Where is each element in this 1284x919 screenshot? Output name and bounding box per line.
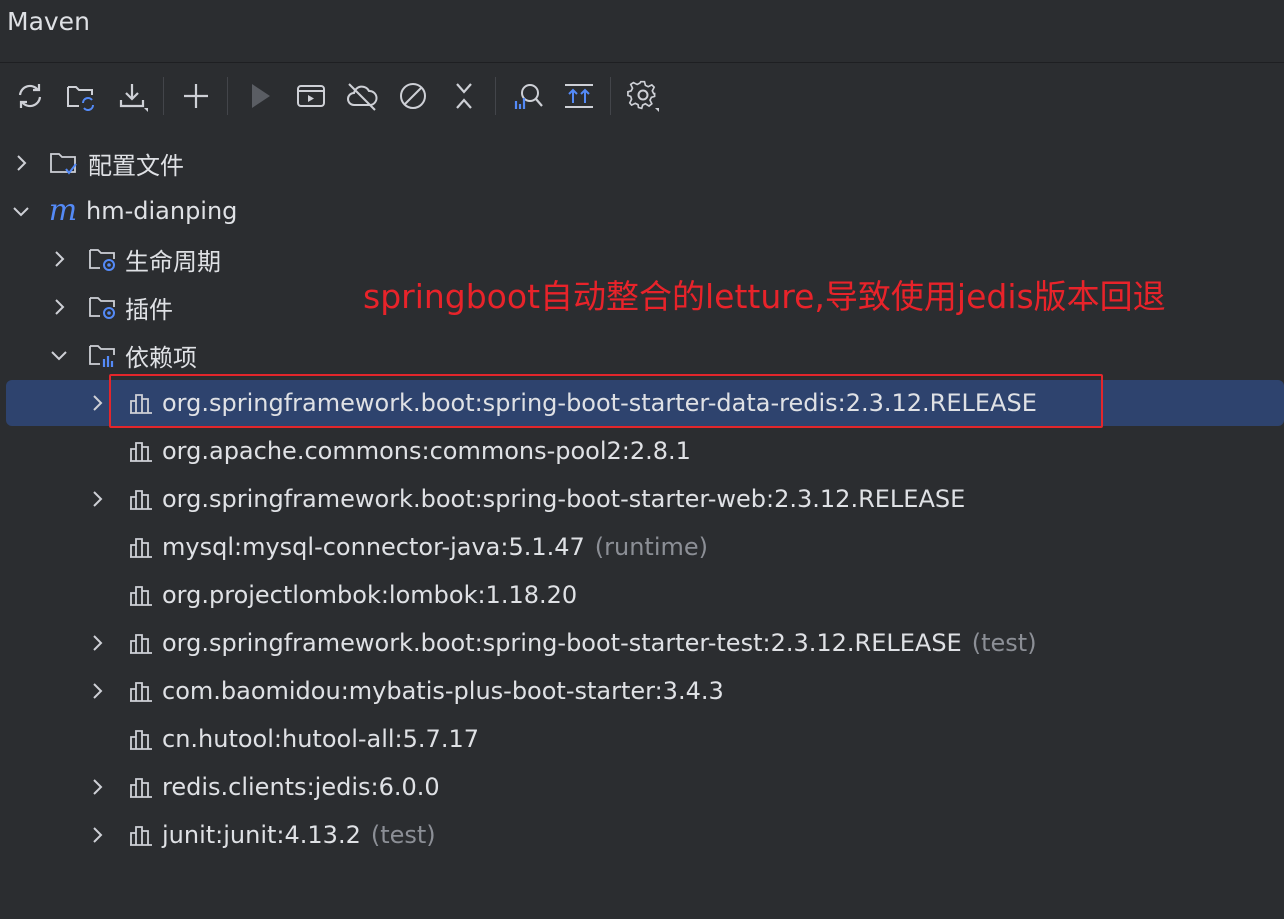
dependency-item[interactable]: cn.hutool:hutool-all:5.7.17 [0, 715, 1284, 763]
download-button[interactable] [114, 78, 150, 114]
chevron-down-icon[interactable] [48, 344, 70, 366]
dependency-item[interactable]: mysql:mysql-connector-java:5.1.47 (runtim… [0, 523, 1284, 571]
toggle-offline-button[interactable] [344, 78, 380, 114]
plugins-folder-icon [87, 292, 117, 322]
collapse-all-icon [455, 83, 472, 109]
chevron-right-icon[interactable] [48, 296, 70, 318]
execute-goal-icon [296, 85, 325, 107]
dependency-label: org.apache.commons:commons-pool2:2.8.1 [162, 437, 691, 465]
library-icon [126, 436, 156, 466]
toolbar-separator [610, 77, 611, 115]
library-icon [126, 772, 156, 802]
reload-all-icon [18, 84, 41, 108]
tool-window-title: Maven [7, 7, 90, 36]
dependency-item[interactable]: org.projectlombok:lombok:1.18.20 [0, 571, 1284, 619]
dependency-label: redis.clients:jedis:6.0.0 [162, 773, 440, 801]
dependency-label: mysql:mysql-connector-java:5.1.47 [162, 533, 585, 561]
dependency-scope: (runtime) [594, 533, 709, 561]
chevron-right-icon[interactable] [48, 248, 70, 270]
tree-item-label: 生命周期 [125, 247, 221, 276]
tree-item-project[interactable]: m hm-dianping [0, 187, 1284, 235]
maven-toolbar [0, 63, 1284, 129]
library-icon [126, 724, 156, 754]
chevron-right-icon[interactable] [10, 152, 32, 174]
settings-button[interactable] [625, 78, 661, 114]
show-dependencies-button[interactable] [561, 78, 597, 114]
maven-module-icon: m [48, 193, 78, 228]
run-button[interactable] [242, 78, 278, 114]
analyze-dependencies-icon [514, 84, 543, 109]
library-icon [126, 628, 156, 658]
dependency-item[interactable]: junit:junit:4.13.2 (test) [0, 811, 1284, 859]
dependency-label: org.springframework.boot:spring-boot-sta… [162, 485, 966, 513]
dependencies-folder-icon [87, 340, 117, 370]
skip-tests-button[interactable] [395, 78, 431, 114]
tree-item-config-files[interactable]: 配置文件 [0, 139, 1284, 187]
chevron-right-icon[interactable] [86, 680, 108, 702]
reload-folder-button[interactable] [63, 78, 99, 114]
annotation-text: springboot自动整合的letture,导致使用jedis版本回退 [363, 277, 1166, 316]
dependency-scope: (test) [370, 821, 436, 849]
library-icon [126, 676, 156, 706]
reload-all-button[interactable] [12, 78, 48, 114]
run-icon [251, 84, 270, 108]
dependency-item[interactable]: org.springframework.boot:spring-boot-sta… [0, 619, 1284, 667]
collapse-all-button[interactable] [446, 78, 482, 114]
dependency-label: org.projectlombok:lombok:1.18.20 [162, 581, 578, 609]
highlight-box [109, 374, 1103, 428]
maven-tool-window: Maven 配置文件 m hm-dianping 生命周期 插件 依赖项 org… [0, 0, 1284, 919]
chevron-down-icon[interactable] [10, 200, 32, 222]
library-icon [126, 484, 156, 514]
analyze-dependencies-button[interactable] [510, 78, 546, 114]
settings-icon [626, 80, 659, 112]
dependency-item[interactable]: org.springframework.boot:spring-boot-sta… [0, 475, 1284, 523]
dependency-item[interactable]: com.baomidou:mybatis-plus-boot-starter:3… [0, 667, 1284, 715]
chevron-right-icon[interactable] [86, 488, 108, 510]
dependency-label: com.baomidou:mybatis-plus-boot-starter:3… [162, 677, 724, 705]
show-dependencies-icon [564, 84, 593, 108]
chevron-right-icon[interactable] [86, 824, 108, 846]
library-icon [126, 532, 156, 562]
tree-item-label: 配置文件 [88, 151, 184, 180]
config-folder-icon [48, 148, 78, 178]
download-icon [119, 84, 148, 112]
dependency-label: cn.hutool:hutool-all:5.7.17 [162, 725, 479, 753]
toolbar-separator [495, 77, 496, 115]
library-icon [126, 580, 156, 610]
lifecycle-folder-icon [87, 244, 117, 274]
library-icon [126, 820, 156, 850]
add-button[interactable] [178, 78, 214, 114]
reload-folder-icon [66, 86, 94, 111]
tree-item-label: hm-dianping [86, 197, 238, 225]
tree-item-label: 依赖项 [125, 343, 197, 372]
skip-tests-icon [399, 83, 426, 109]
dependency-item[interactable]: redis.clients:jedis:6.0.0 [0, 763, 1284, 811]
dependency-label: junit:junit:4.13.2 [162, 821, 361, 849]
chevron-right-icon[interactable] [86, 632, 108, 654]
dependency-item[interactable]: org.apache.commons:commons-pool2:2.8.1 [0, 427, 1284, 475]
execute-goal-button[interactable] [293, 78, 329, 114]
dependency-scope: (test) [971, 629, 1037, 657]
dependency-label: org.springframework.boot:spring-boot-sta… [162, 629, 962, 657]
add-icon [183, 84, 208, 108]
tool-window-header: Maven [0, 0, 1284, 63]
tree-item-dependencies[interactable]: 依赖项 [0, 331, 1284, 379]
chevron-right-icon[interactable] [86, 392, 108, 414]
chevron-right-icon[interactable] [86, 776, 108, 798]
tree-item-label: 插件 [125, 295, 173, 324]
toolbar-separator [163, 77, 164, 115]
toolbar-separator [227, 77, 228, 115]
offline-icon [346, 83, 377, 111]
